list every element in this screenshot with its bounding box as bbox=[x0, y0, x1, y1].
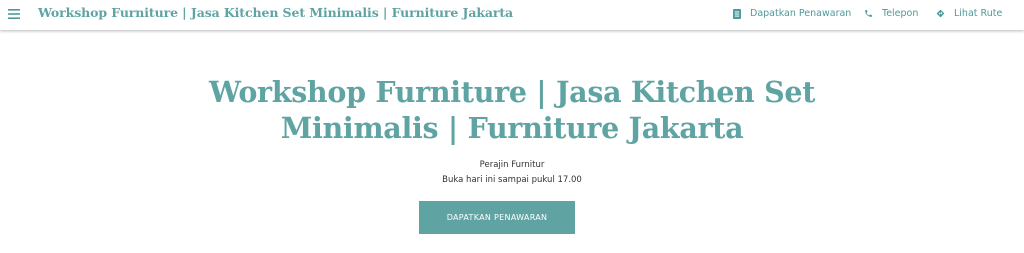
top-app-bar: Workshop Furniture | Jasa Kitchen Set Mi… bbox=[0, 0, 1024, 30]
receipt-icon bbox=[733, 8, 741, 19]
get-quote-button[interactable]: DAPATKAN PENAWARAN bbox=[419, 201, 575, 234]
page-title-line-1: Workshop Furniture | Jasa Kitchen Set bbox=[208, 75, 816, 109]
nav-get-quote-link[interactable]: Dapatkan Penawaran bbox=[733, 8, 851, 19]
site-title-link[interactable]: Workshop Furniture | Jasa Kitchen Set Mi… bbox=[38, 5, 513, 20]
nav-directions-label: Lihat Rute bbox=[954, 8, 1003, 19]
opening-hours: Buka hari ini sampai pukul 17.00 bbox=[442, 175, 582, 185]
directions-icon bbox=[936, 9, 945, 18]
nav-phone-link[interactable]: Telepon bbox=[864, 8, 918, 19]
nav-get-quote-label: Dapatkan Penawaran bbox=[750, 8, 852, 19]
business-category: Perajin Furnitur bbox=[479, 160, 545, 170]
nav-phone-label: Telepon bbox=[882, 8, 919, 19]
phone-icon bbox=[865, 10, 872, 17]
page-title: Workshop Furniture | Jasa Kitchen Set Mi… bbox=[112, 74, 912, 146]
hero-section: Workshop Furniture | Jasa Kitchen Set Mi… bbox=[0, 30, 1024, 253]
nav-directions-link[interactable]: Lihat Rute bbox=[936, 8, 1002, 19]
hamburger-menu-icon[interactable] bbox=[5, 5, 23, 23]
page-title-line-2: Minimalis | Furniture Jakarta bbox=[280, 111, 744, 145]
